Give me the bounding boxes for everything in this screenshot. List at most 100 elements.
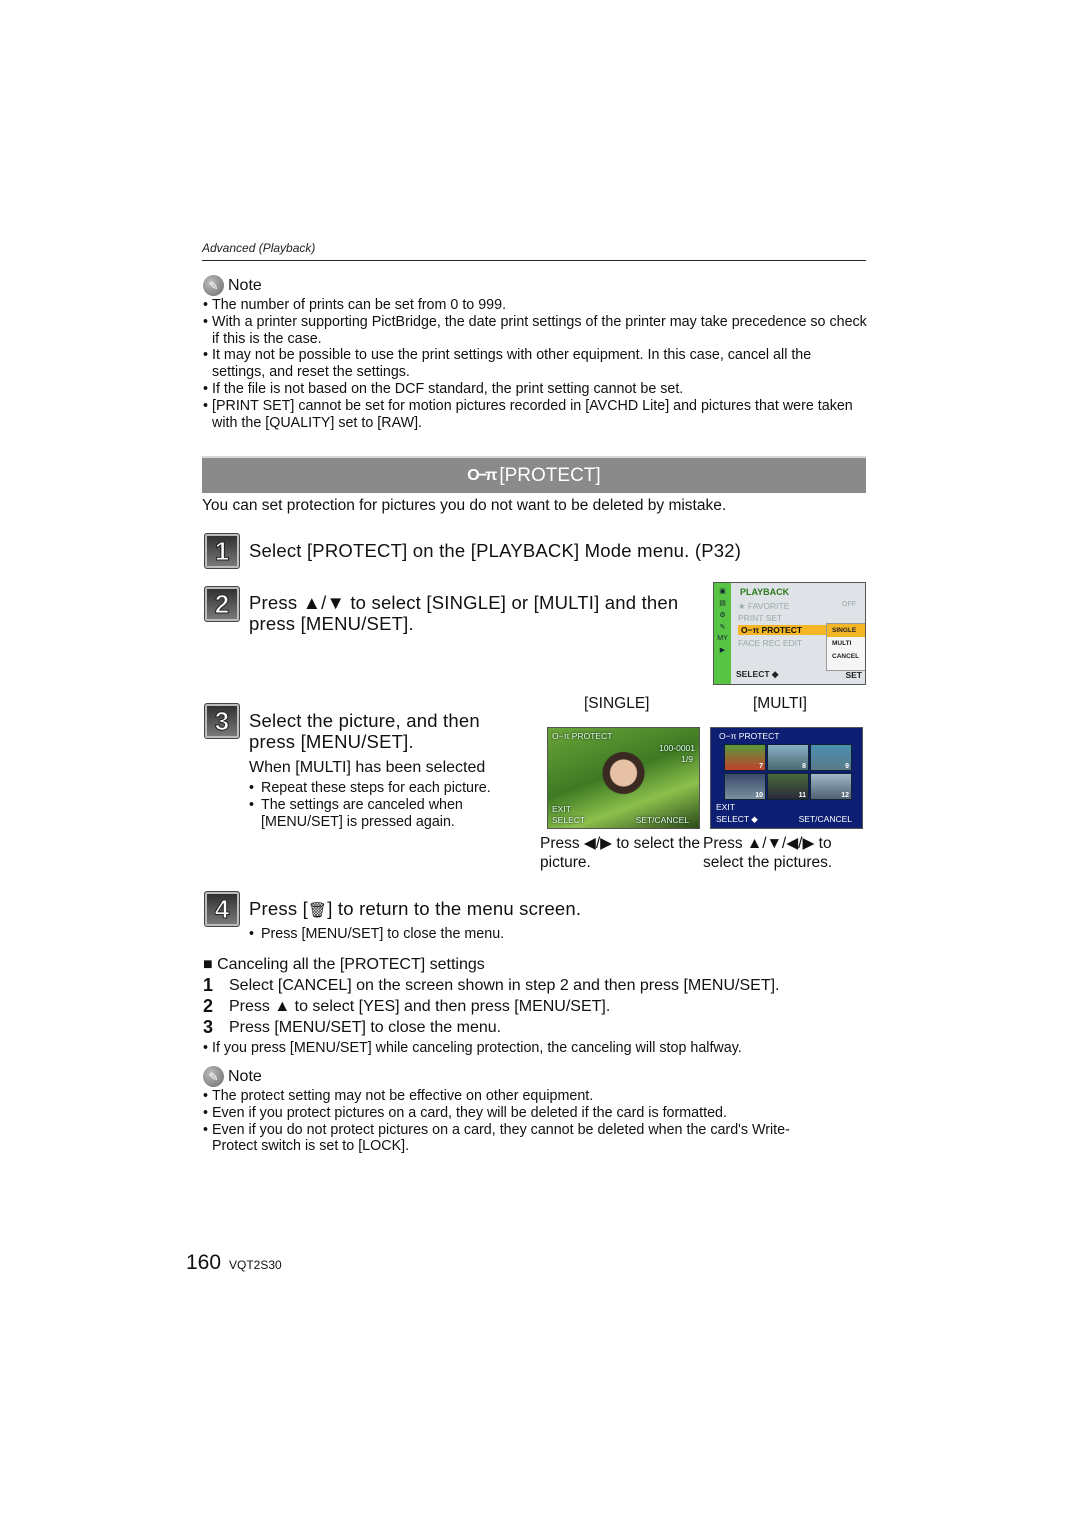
step-badge-4: 4 [204, 891, 240, 927]
single-select-label: SELECT [552, 815, 586, 825]
submenu-cancel: CANCEL [832, 653, 860, 660]
menu-row-protect: O−π PROTECT [738, 625, 827, 635]
step-3-text: Select the picture, and then press [MENU… [249, 710, 480, 752]
multi-exit-label: EXIT [716, 802, 735, 812]
cancel-section-heading: ■ Canceling all the [PROTECT] settings [203, 956, 485, 973]
pencil-icon: ✎ [203, 275, 224, 296]
step-4-bullets: Press [MENU/SET] to close the menu. [249, 926, 504, 943]
cancel-step-number: 2 [203, 996, 214, 1016]
note-heading: ✎ Note [203, 275, 867, 296]
cancel-step-number: 1 [203, 975, 214, 995]
step-3-bullet: The settings are canceled when [MENU/SET… [249, 797, 534, 831]
key-icon: O−π [467, 466, 497, 484]
my-menu-icon: MY [717, 635, 728, 642]
multi-set-cancel-label: SET/CANCEL [798, 814, 852, 824]
thumbnail-number: 12 [841, 792, 849, 799]
thumbnail: 10 [724, 773, 766, 800]
banner-title: [PROTECT] [499, 464, 601, 486]
note-list: The number of prints can be set from 0 t… [203, 297, 867, 431]
single-image-count: 1/9 [681, 754, 693, 764]
movie-icon: ▤ [719, 600, 726, 607]
note-item: With a printer supporting PictBridge, th… [203, 314, 867, 348]
single-screen-label: [SINGLE] [584, 695, 650, 712]
thumbnail-number: 7 [759, 763, 763, 770]
playback-icon: ▶ [719, 647, 726, 654]
cancel-step: 2 Press ▲ to select [YES] and then press … [203, 996, 779, 1017]
page-number: 160 [186, 1251, 222, 1274]
single-protect-screen: O−π PROTECT 100-0001 1/9 EXIT SELECT SET… [547, 727, 700, 829]
custom-icon: ⚙ [719, 612, 726, 619]
thumbnail-number: 8 [802, 763, 806, 770]
note-list: The protect setting may not be effective… [203, 1088, 823, 1155]
menu-row-favorite: ★ FAVORITE [738, 601, 790, 611]
multi-caption: Press ▲/▼/◀/▶ to select the pictures. [703, 835, 833, 871]
playback-menu-screen: ▣ ▤ ⚙ ✎ MY ▶ PLAYBACK ★ FAVORITE OFF PRI… [713, 582, 866, 685]
cancel-step: 3 Press [MENU/SET] to close the menu. [203, 1017, 779, 1038]
menu-footer-set: SET [845, 670, 862, 680]
note-block-print: ✎ Note The number of prints can be set f… [203, 275, 867, 431]
multi-screen-title: O−π PROTECT [719, 731, 780, 741]
cancel-step: 1 Select [CANCEL] on the screen shown in … [203, 975, 779, 996]
submenu-multi: MULTI [832, 640, 852, 647]
step-3-bullets: Repeat these steps for each picture. The… [249, 780, 534, 830]
protect-submenu: SINGLE MULTI CANCEL [826, 623, 865, 671]
header-divider [202, 260, 866, 261]
cancel-step-text: Select [CANCEL] on the screen shown in s… [229, 977, 780, 994]
thumbnail: 8 [767, 744, 809, 771]
step-3-bullet: Repeat these steps for each picture. [249, 780, 534, 797]
menu-row-print-set: PRINT SET [738, 613, 783, 623]
setup-icon: ✎ [719, 624, 726, 631]
intro-text: You can set protection for pictures you … [202, 497, 727, 514]
menu-row-face-rec-edit: FACE REC EDIT [738, 638, 803, 648]
multi-screen-label: [MULTI] [753, 695, 807, 712]
note-heading: ✎ Note [203, 1066, 823, 1087]
submenu-single: SINGLE [827, 624, 865, 637]
note-block-protect: ✎ Note The protect setting may not be ef… [203, 1066, 823, 1155]
step-1-text: Select [PROTECT] on the [PLAYBACK] Mode … [249, 540, 742, 561]
single-caption: Press ◀/▶ to select the picture. [540, 835, 700, 871]
thumbnail: 12 [810, 773, 852, 800]
menu-footer-select: SELECT ◆ [736, 669, 779, 679]
cancel-step-number: 3 [203, 1017, 214, 1037]
thumbnail: 11 [767, 773, 809, 800]
section-banner-protect: O−π [PROTECT] [202, 456, 866, 493]
note-item: [PRINT SET] cannot be set for motion pic… [203, 398, 867, 432]
menu-side-bar: ▣ ▤ ⚙ ✎ MY ▶ [714, 583, 731, 684]
step-badge-2: 2 [204, 586, 240, 622]
note-item: The protect setting may not be effective… [203, 1088, 823, 1105]
menu-row-favorite-value: OFF [842, 601, 856, 608]
thumbnail-number: 9 [845, 763, 849, 770]
cancel-bullet: If you press [MENU/SET] while canceling … [203, 1040, 867, 1057]
step-4-text-after: ] to return to the menu screen. [327, 898, 582, 919]
pencil-icon: ✎ [203, 1066, 224, 1087]
note-heading-text: Note [228, 1067, 262, 1085]
note-item: The number of prints can be set from 0 t… [203, 297, 867, 314]
step-badge-3: 3 [204, 703, 240, 739]
note-item: Even if you protect pictures on a card, … [203, 1105, 823, 1122]
cancel-bullets: If you press [MENU/SET] while canceling … [203, 1040, 867, 1057]
single-exit-label: EXIT [552, 804, 571, 814]
section-label: Advanced (Playback) [202, 241, 316, 255]
step-4-text: Press [🗑] to return to the menu screen. [249, 898, 581, 921]
note-item: It may not be possible to use the print … [203, 347, 867, 381]
single-file-number: 100-0001 [659, 743, 695, 753]
note-heading-text: Note [228, 276, 262, 294]
note-item: Even if you do not protect pictures on a… [203, 1122, 823, 1156]
cancel-step-text: Press [MENU/SET] to close the menu. [229, 1019, 502, 1036]
trash-icon: 🗑 [307, 902, 328, 919]
cancel-step-text: Press ▲ to select [YES] and then press [… [229, 998, 611, 1015]
thumbnail-number: 11 [798, 792, 806, 799]
note-item: If the file is not based on the DCF stan… [203, 381, 867, 398]
cancel-steps: 1 Select [CANCEL] on the screen shown in … [203, 975, 779, 1038]
thumbnail: 9 [810, 744, 852, 771]
step-badge-1: 1 [204, 533, 240, 569]
step-4-bullet: Press [MENU/SET] to close the menu. [249, 926, 504, 943]
document-code: VQT2S30 [229, 1258, 282, 1272]
thumbnail: 7 [724, 744, 766, 771]
menu-title: PLAYBACK [740, 587, 790, 597]
single-screen-title: O−π PROTECT [552, 731, 613, 741]
step-4-text-before: Press [ [249, 898, 308, 919]
camera-icon: ▣ [719, 588, 726, 595]
step-3-subheading: When [MULTI] has been selected [249, 759, 486, 776]
step-2-text: Press ▲/▼ to select [SINGLE] or [MULTI] … [249, 592, 679, 634]
